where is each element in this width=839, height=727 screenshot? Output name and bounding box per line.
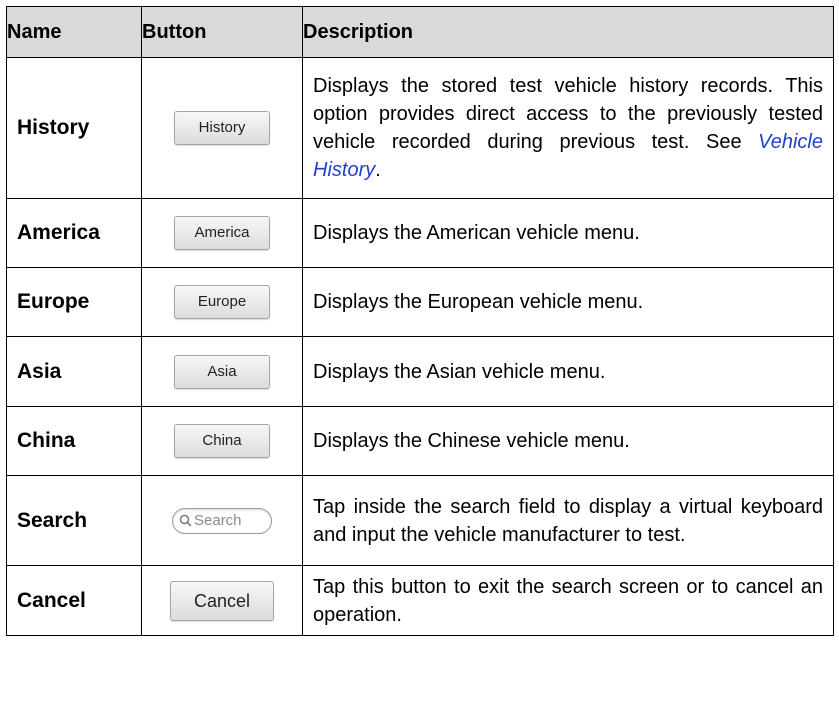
row-description: Displays the European vehicle menu. <box>302 267 834 337</box>
row-description: Displays the Chinese vehicle menu. <box>302 406 834 476</box>
row-name: Search <box>6 475 142 566</box>
table-row: China China Displays the Chinese vehicle… <box>6 406 834 476</box>
table-row: History History Displays the stored test… <box>6 57 834 199</box>
row-description: Tap this button to exit the search scree… <box>302 565 834 636</box>
row-description: Displays the stored test vehicle history… <box>302 57 834 199</box>
row-name: America <box>6 198 142 268</box>
asia-button[interactable]: Asia <box>174 354 270 389</box>
america-button[interactable]: America <box>174 216 270 250</box>
header-name: Name <box>6 6 142 58</box>
table-row: Europe Europe Displays the European vehi… <box>6 267 834 337</box>
history-button[interactable]: History <box>174 111 270 145</box>
button-description-table: Name Button Description History History … <box>6 6 834 636</box>
table-row: Search Search Tap inside the search fiel… <box>6 475 834 566</box>
table-row: Asia Asia Displays the Asian vehicle men… <box>6 336 834 407</box>
row-name: History <box>6 57 142 199</box>
search-input[interactable]: Search <box>172 507 272 534</box>
row-description: Displays the Asian vehicle menu. <box>302 336 834 407</box>
header-description: Description <box>302 6 834 58</box>
table-row: Cancel Cancel Tap this button to exit th… <box>6 565 834 636</box>
cancel-button[interactable]: Cancel <box>170 580 274 621</box>
row-description: Tap inside the search field to display a… <box>302 475 834 566</box>
search-icon <box>179 514 192 527</box>
europe-button[interactable]: Europe <box>174 285 270 319</box>
row-name: Cancel <box>6 565 142 636</box>
table-header-row: Name Button Description <box>6 6 834 58</box>
header-button: Button <box>141 6 303 58</box>
search-placeholder: Search <box>194 512 242 529</box>
china-button[interactable]: China <box>174 424 270 458</box>
row-name: Europe <box>6 267 142 337</box>
row-description: Displays the American vehicle menu. <box>302 198 834 268</box>
table-row: America America Displays the American ve… <box>6 198 834 268</box>
row-name: Asia <box>6 336 142 407</box>
row-name: China <box>6 406 142 476</box>
